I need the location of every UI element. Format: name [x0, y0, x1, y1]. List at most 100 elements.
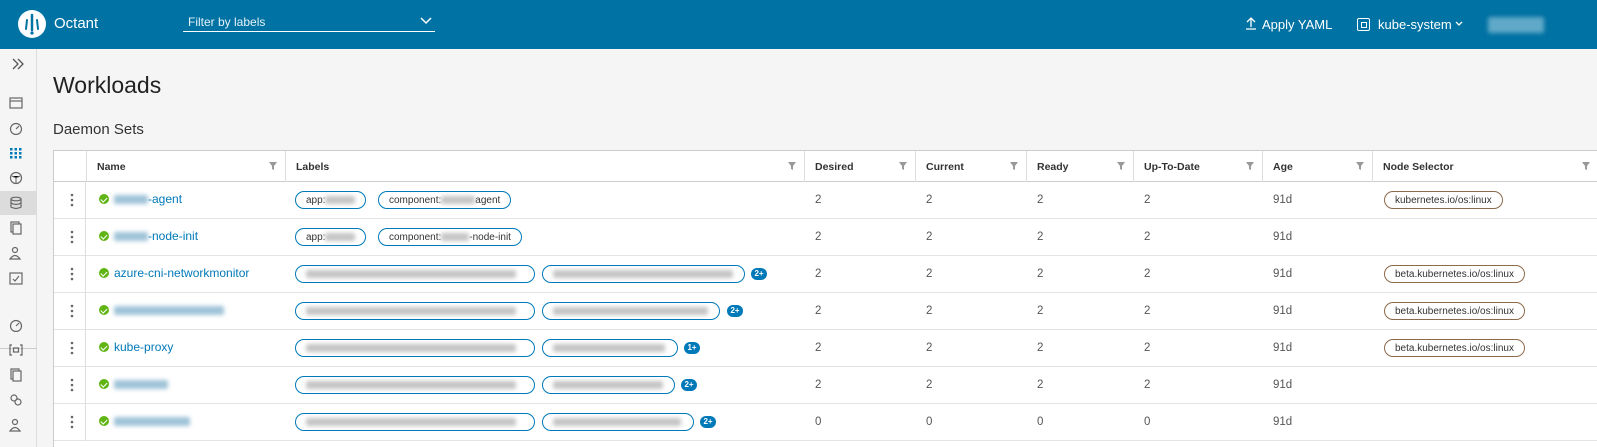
label-pill: component: agent: [378, 191, 512, 209]
filter-icon[interactable]: [899, 162, 907, 170]
column-header-up-to-date[interactable]: Up-To-Date: [1133, 151, 1262, 182]
ready-value: 2: [1037, 268, 1044, 280]
column-divider: [85, 182, 86, 219]
table-row[interactable]: 2+ 2 2 2 2 91d: [54, 367, 1597, 404]
column-header-current[interactable]: Current: [915, 151, 1026, 182]
users-icon[interactable]: [9, 246, 23, 260]
redacted-text: [306, 381, 516, 390]
column-header-ready[interactable]: Ready: [1026, 151, 1133, 182]
row-actions-icon[interactable]: [70, 415, 74, 429]
column-header-node-selector[interactable]: Node Selector: [1372, 151, 1597, 182]
filter-icon[interactable]: [269, 162, 277, 170]
column-header-desired[interactable]: Desired: [804, 151, 915, 182]
more-labels-badge[interactable]: 2+: [727, 305, 743, 317]
more-labels-badge[interactable]: 2+: [700, 416, 716, 428]
apply-yaml-button[interactable]: Apply YAML: [1262, 17, 1332, 32]
daemonset-name-link[interactable]: [114, 414, 190, 428]
daemonset-name-link[interactable]: [114, 377, 168, 391]
age-value: 91d: [1273, 342, 1293, 354]
filter-placeholder: Filter by labels: [188, 15, 266, 29]
column-divider: [85, 330, 86, 367]
row-actions-icon[interactable]: [70, 378, 74, 392]
daemonset-name-link[interactable]: azure-cni-networkmonitor: [114, 266, 249, 280]
daemon-sets-table: Name Labels Desired Current Ready Up-To-…: [53, 150, 1597, 447]
label-pill: [542, 376, 675, 394]
user-menu[interactable]: [1488, 17, 1544, 33]
cluster-dashboard-icon[interactable]: [9, 318, 23, 332]
redacted-text: [114, 195, 148, 205]
row-actions-icon[interactable]: [70, 267, 74, 281]
label-pill: [542, 302, 720, 320]
row-actions-icon[interactable]: [70, 304, 74, 318]
page-title: Workloads: [53, 72, 162, 98]
ready-value: 0: [1037, 416, 1044, 428]
up-to-date-value: 2: [1144, 379, 1151, 391]
filter-icon[interactable]: [1246, 162, 1254, 170]
app-title[interactable]: Octant: [54, 15, 98, 32]
storage-icon[interactable]: [9, 196, 23, 210]
up-to-date-value: 2: [1144, 268, 1151, 280]
label-pill: [295, 376, 535, 394]
table-row[interactable]: 2+ 2 2 2 2 91d beta.kubernetes.io/os:lin…: [54, 293, 1597, 330]
status-ok-icon: [99, 342, 109, 352]
filter-icon[interactable]: [1117, 162, 1125, 170]
filter-icon[interactable]: [1582, 162, 1590, 170]
column-header-labels[interactable]: Labels: [285, 151, 804, 182]
config-icon[interactable]: [9, 221, 23, 235]
status-ok-icon: [99, 194, 109, 204]
desired-value: 2: [815, 231, 822, 243]
table-row[interactable]: 2+ 0 0 0 0 91d: [54, 404, 1597, 441]
crd-icon[interactable]: [9, 368, 23, 382]
age-value: 91d: [1273, 416, 1293, 428]
label-pill: component: -node-init: [378, 228, 522, 246]
table-row[interactable]: -node-init app: component: -node-init 2 2…: [54, 219, 1597, 256]
table-row[interactable]: kube-proxy 1+ 2 2 2 2 91d beta.kubernete…: [54, 330, 1597, 367]
status-ok-icon: [99, 268, 109, 278]
filter-icon[interactable]: [788, 162, 796, 170]
filter-icon[interactable]: [1356, 162, 1364, 170]
upload-icon[interactable]: [1244, 16, 1258, 30]
redacted-text: [553, 381, 663, 390]
more-labels-badge[interactable]: 2+: [681, 379, 697, 391]
roles-icon[interactable]: [9, 393, 23, 407]
table-row[interactable]: -agent app: component: agent 2 2 2 2 91d …: [54, 182, 1597, 219]
chevron-down-icon: [420, 17, 432, 25]
user-icon[interactable]: [9, 418, 23, 432]
checklist-icon[interactable]: [9, 271, 23, 285]
column-divider: [85, 367, 86, 404]
redacted-text: [325, 196, 356, 205]
daemonset-name-link[interactable]: -agent: [114, 192, 182, 206]
age-value: 91d: [1273, 231, 1293, 243]
workloads-icon[interactable]: [9, 146, 23, 160]
namespace-selector[interactable]: kube-system: [1378, 17, 1452, 32]
chevron-down-icon[interactable]: [1454, 19, 1464, 29]
row-actions-icon[interactable]: [70, 193, 74, 207]
octant-logo-icon[interactable]: [18, 10, 46, 38]
redacted-text: [553, 307, 708, 316]
more-labels-badge[interactable]: 1+: [684, 342, 700, 354]
redacted-text: [306, 270, 516, 279]
column-header-name[interactable]: Name: [86, 151, 285, 182]
ready-value: 2: [1037, 305, 1044, 317]
redacted-text: [441, 233, 470, 242]
dashboard-icon[interactable]: [9, 121, 23, 135]
node-selector-pill: kubernetes.io/os:linux: [1384, 191, 1503, 209]
up-to-date-value: 2: [1144, 342, 1151, 354]
overview-icon[interactable]: [9, 96, 23, 110]
row-actions-icon[interactable]: [70, 230, 74, 244]
daemonset-name-link[interactable]: -node-init: [114, 229, 198, 243]
label-filter-select[interactable]: Filter by labels: [183, 12, 435, 32]
daemonset-name-link[interactable]: [114, 303, 224, 317]
network-icon[interactable]: [9, 171, 23, 185]
label-pill: [295, 265, 535, 283]
column-header-age[interactable]: Age: [1262, 151, 1372, 182]
table-row[interactable]: azure-cni-networkmonitor 2+ 2 2 2 2 91d …: [54, 256, 1597, 293]
row-actions-icon[interactable]: [70, 341, 74, 355]
more-labels-badge[interactable]: 2+: [751, 268, 767, 280]
ready-value: 2: [1037, 194, 1044, 206]
expand-icon[interactable]: [10, 57, 26, 71]
namespace-icon[interactable]: [9, 343, 23, 357]
daemonset-name-link[interactable]: kube-proxy: [114, 340, 173, 354]
filter-icon[interactable]: [1010, 162, 1018, 170]
status-ok-icon: [99, 379, 109, 389]
